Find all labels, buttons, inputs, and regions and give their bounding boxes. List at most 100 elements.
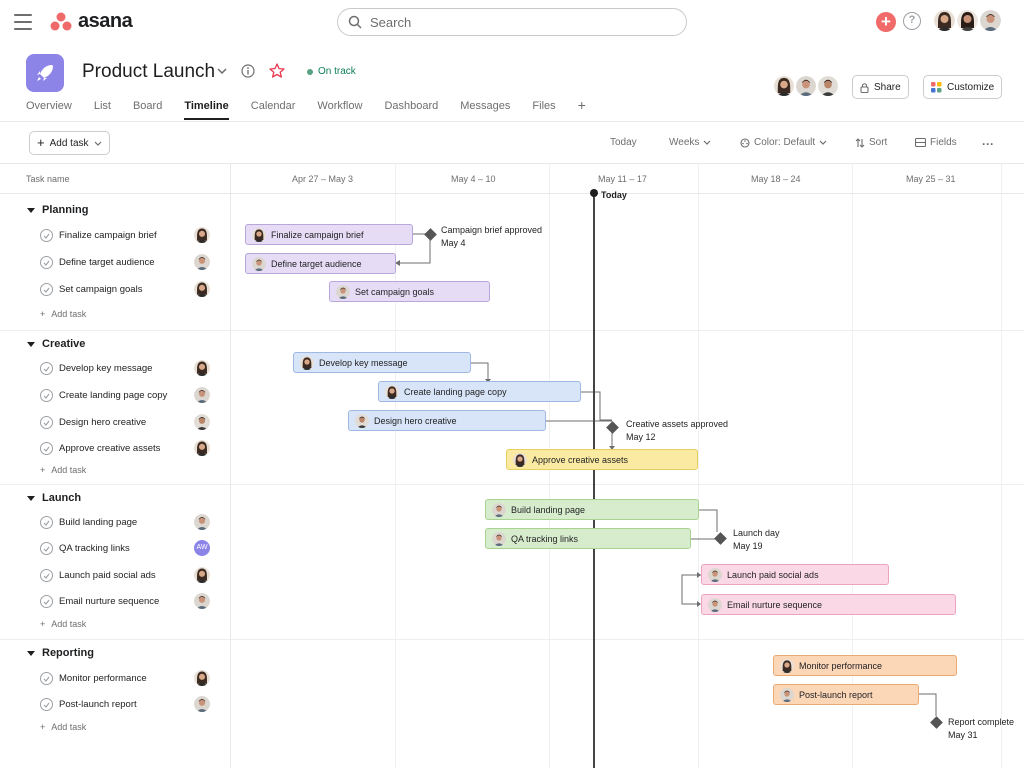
milestone-diamond-icon[interactable] [714,532,727,545]
milestone-diamond-icon[interactable] [606,421,619,434]
section-launch[interactable]: Launch [27,492,81,504]
assignee-avatar[interactable] [194,414,210,430]
task-row[interactable]: Monitor performance [40,672,147,685]
assignee-avatar[interactable] [194,254,210,270]
timeline-bar[interactable]: Set campaign goals [329,281,490,302]
check-icon[interactable] [40,442,53,455]
assignee-avatar[interactable] [194,567,210,583]
assignee-initials-avatar[interactable]: AW [194,540,210,556]
task-row[interactable]: Build landing page [40,516,137,529]
timeline-bar[interactable]: Approve creative assets [506,449,698,470]
task-row[interactable]: Create landing page copy [40,389,167,402]
check-icon[interactable] [40,283,53,296]
task-row[interactable]: Email nurture sequence [40,595,159,608]
timeline-bar[interactable]: Email nurture sequence [701,594,956,615]
search-input[interactable] [370,14,670,30]
timeline-bar[interactable]: Post-launch report [773,684,919,705]
user-avatar[interactable] [957,10,978,31]
task-row[interactable]: Approve creative assets [40,442,160,455]
project-title[interactable]: Product Launch [82,61,215,83]
add-task-link[interactable]: + Add task [40,465,86,475]
star-icon[interactable] [269,63,285,78]
tab-files[interactable]: Files [532,100,555,120]
task-row[interactable]: Design hero creative [40,416,146,429]
assignee-avatar[interactable] [194,281,210,297]
assignee-avatar[interactable] [194,593,210,609]
task-row[interactable]: QA tracking links [40,542,130,555]
task-row[interactable]: Launch paid social ads [40,569,156,582]
tab-calendar[interactable]: Calendar [251,100,296,120]
timeline-bar[interactable]: Monitor performance [773,655,957,676]
customize-button[interactable]: Customize [923,75,1003,99]
check-icon[interactable] [40,595,53,608]
assignee-avatar[interactable] [194,387,210,403]
milestone-diamond-icon[interactable] [930,716,943,729]
tab-timeline[interactable]: Timeline [184,100,229,120]
check-icon[interactable] [40,516,53,529]
check-icon[interactable] [40,698,53,711]
assignee-avatar[interactable] [194,440,210,456]
assignee-avatar[interactable] [194,670,210,686]
task-row[interactable]: Finalize campaign brief [40,229,157,242]
project-status[interactable]: On track [307,66,356,77]
milestone[interactable]: Campaign brief approved May 4 [441,224,542,250]
check-icon[interactable] [40,672,53,685]
add-task-link[interactable]: + Add task [40,722,86,732]
asana-logo[interactable]: asana [50,10,133,33]
project-icon[interactable] [26,54,64,92]
assignee-avatar[interactable] [194,360,210,376]
menu-icon[interactable] [14,14,32,30]
today-button[interactable]: Today [610,137,637,148]
tab-overview[interactable]: Overview [26,100,72,120]
milestone-diamond-icon[interactable] [424,228,437,241]
user-avatar[interactable] [980,10,1001,31]
create-button[interactable]: + [876,12,896,32]
check-icon[interactable] [40,416,53,429]
assignee-avatar[interactable] [194,227,210,243]
timeline-bar[interactable]: Launch paid social ads [701,564,889,585]
task-row[interactable]: Develop key message [40,362,152,375]
tab-messages[interactable]: Messages [460,100,510,120]
add-task-button[interactable]: + Add task [29,131,110,155]
tab-board[interactable]: Board [133,100,162,120]
search-bar[interactable] [337,8,687,36]
timeline-bar[interactable]: QA tracking links [485,528,691,549]
tab-dashboard[interactable]: Dashboard [384,100,438,120]
section-reporting[interactable]: Reporting [27,647,94,659]
milestone[interactable]: Creative assets approved May 12 [626,418,728,444]
section-planning[interactable]: Planning [27,204,88,216]
check-icon[interactable] [40,229,53,242]
add-tab-button[interactable]: + [578,98,586,120]
more-options-button[interactable]: ··· [982,137,994,151]
color-dropdown[interactable]: Color: Default [740,137,827,148]
info-icon[interactable] [241,64,255,78]
section-creative[interactable]: Creative [27,338,85,350]
assignee-avatar[interactable] [194,696,210,712]
timeline-bar[interactable]: Design hero creative [348,410,546,431]
milestone[interactable]: Report complete May 31 [948,716,1014,742]
add-task-link[interactable]: + Add task [40,619,86,629]
add-task-link[interactable]: + Add task [40,309,86,319]
fields-button[interactable]: Fields [915,137,957,148]
check-icon[interactable] [40,256,53,269]
task-row[interactable]: Post-launch report [40,698,137,711]
check-icon[interactable] [40,389,53,402]
share-button[interactable]: Share [852,75,909,99]
assignee-avatar[interactable] [194,514,210,530]
milestone[interactable]: Launch day May 19 [733,527,780,553]
task-row[interactable]: Set campaign goals [40,283,142,296]
timeline-bar[interactable]: Build landing page [485,499,699,520]
help-icon[interactable]: ? [903,12,921,30]
check-icon[interactable] [40,542,53,555]
user-avatar[interactable] [934,10,955,31]
check-icon[interactable] [40,362,53,375]
project-members[interactable] [774,76,838,96]
timeline-bar[interactable]: Create landing page copy [378,381,581,402]
check-icon[interactable] [40,569,53,582]
tab-workflow[interactable]: Workflow [317,100,362,120]
zoom-weeks-dropdown[interactable]: Weeks [669,137,711,148]
timeline-bar[interactable]: Finalize campaign brief [245,224,413,245]
sort-button[interactable]: Sort [855,137,887,148]
chevron-down-icon[interactable] [217,68,227,74]
timeline-bar[interactable]: Define target audience [245,253,396,274]
